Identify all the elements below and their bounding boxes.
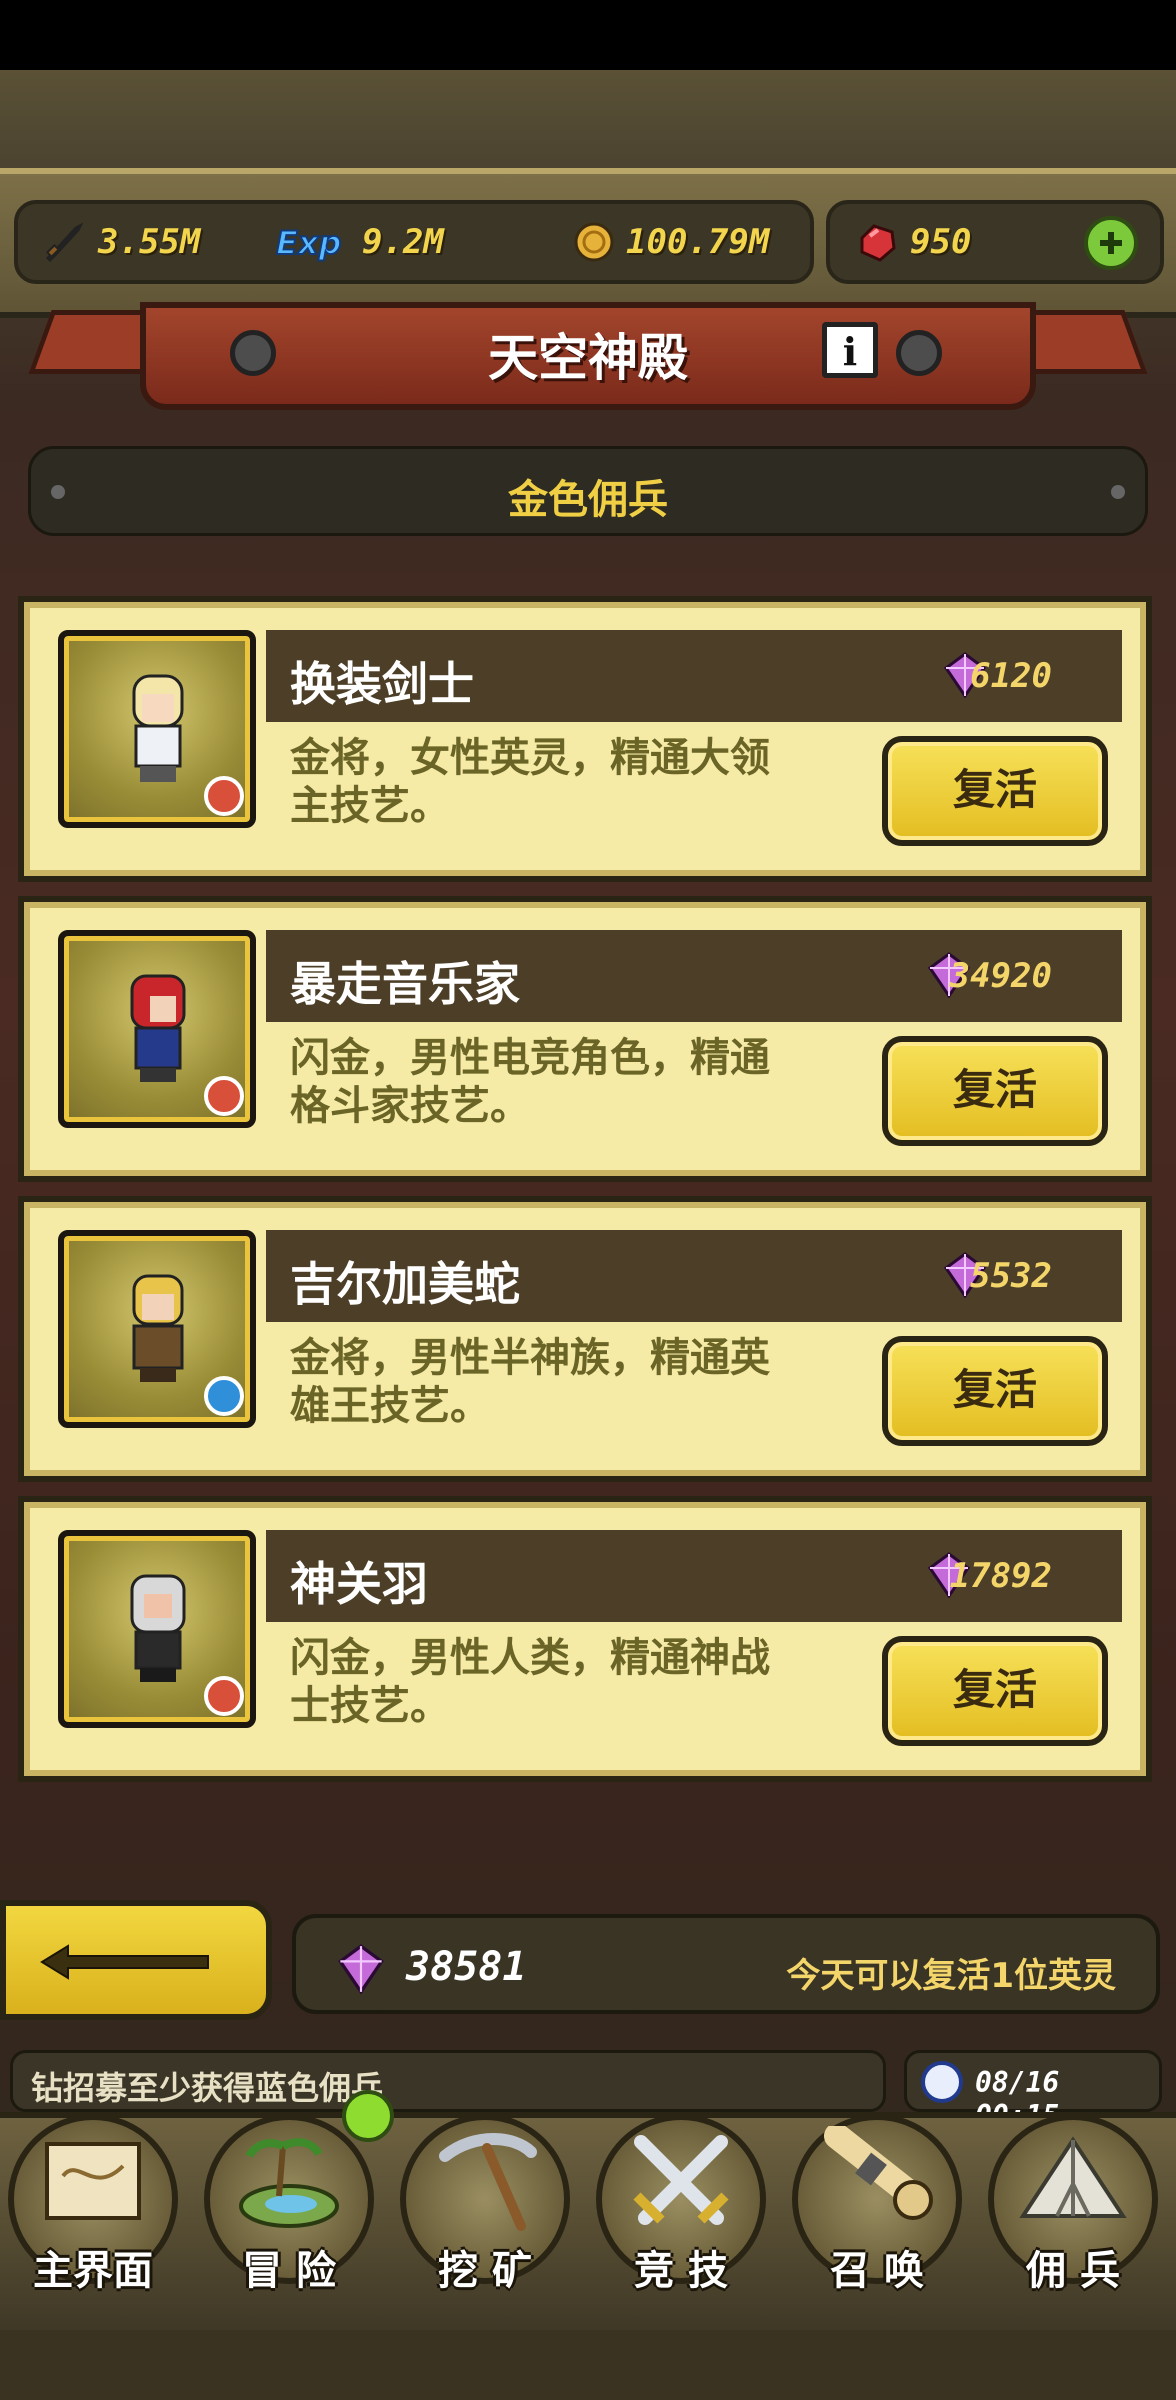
nav-label: 主界面 bbox=[33, 2248, 153, 2294]
hero-name-bar: 吉尔加美蛇 5532 bbox=[266, 1230, 1122, 1322]
exp-value: 9.2M bbox=[362, 222, 444, 262]
ticker-text: 钻招募至少获得蓝色佣兵 bbox=[31, 2069, 384, 2107]
hero-portrait[interactable] bbox=[58, 1530, 256, 1728]
pickaxe-icon bbox=[439, 2133, 537, 2231]
exp-resource: Exp 9.2M bbox=[272, 212, 444, 272]
description-line: 闪金，男性电竞角色，精通 bbox=[290, 1035, 770, 1081]
revive-limit-note: 今天可以复活1位英灵 bbox=[786, 1956, 1116, 1996]
element-badge bbox=[204, 1076, 244, 1116]
diamond-icon bbox=[338, 1944, 384, 1994]
nav-mercenary[interactable]: 佣 兵 bbox=[980, 2104, 1166, 2304]
hero-sprite bbox=[130, 1574, 186, 1682]
attack-value: 3.55M bbox=[98, 222, 201, 262]
description-line: 雄王技艺。 bbox=[290, 1383, 490, 1429]
info-button[interactable] bbox=[822, 322, 878, 378]
gold-resource: 100.79M bbox=[568, 212, 769, 272]
description-line: 士技艺。 bbox=[290, 1683, 450, 1729]
description-line: 主技艺。 bbox=[290, 783, 450, 829]
nav-label: 竞 技 bbox=[634, 2248, 728, 2294]
element-badge bbox=[204, 776, 244, 816]
hero-card: 神关羽 17892 闪金，男性人类，精通神战 士技艺。 复活 bbox=[18, 1496, 1152, 1782]
nav-mining[interactable]: 挖 矿 bbox=[392, 2104, 578, 2304]
hero-name-bar: 神关羽 17892 bbox=[266, 1530, 1122, 1622]
bolt-icon bbox=[896, 330, 942, 376]
description-line: 格斗家技艺。 bbox=[290, 1083, 530, 1129]
nav-main[interactable]: 主界面 bbox=[0, 2104, 186, 2304]
footer-bar bbox=[0, 2330, 1176, 2400]
hero-name: 换装剑士 bbox=[290, 657, 474, 711]
map-scroll-icon bbox=[45, 2142, 141, 2220]
hero-price: 5532 bbox=[970, 1256, 1052, 1296]
announcement-ticker[interactable]: 钻招募至少获得蓝色佣兵 bbox=[10, 2050, 886, 2112]
nav-label: 佣 兵 bbox=[1026, 2248, 1120, 2294]
island-icon bbox=[239, 2138, 339, 2228]
description-line: 闪金，男性人类，精通神战 bbox=[290, 1635, 770, 1681]
hero-card: 换装剑士 6120 金将，女性英灵，精通大领 主技艺。 复活 bbox=[18, 596, 1152, 882]
status-bar bbox=[0, 0, 1176, 70]
hero-card: 暴走音乐家 34920 闪金，男性电竞角色，精通 格斗家技艺。 复活 bbox=[18, 896, 1152, 1182]
arrow-left-icon bbox=[40, 1944, 209, 1980]
nav-label: 冒 险 bbox=[242, 2248, 336, 2294]
tent-icon bbox=[1019, 2136, 1127, 2218]
hero-card: 吉尔加美蛇 5532 金将，男性半神族，精通英 雄王技艺。 复活 bbox=[18, 1196, 1152, 1482]
hero-sprite bbox=[130, 974, 186, 1082]
sword-icon bbox=[45, 222, 84, 263]
notification-dot bbox=[342, 2090, 394, 2142]
revive-button[interactable]: 复活 bbox=[882, 1636, 1108, 1746]
gem-count: 38581 bbox=[406, 1944, 527, 1990]
gem-balance-bar: 38581 今天可以复活1位英灵 bbox=[292, 1914, 1160, 2014]
description-line: 金将，男性半神族，精通英 bbox=[290, 1335, 770, 1381]
hero-price: 6120 bbox=[970, 656, 1052, 696]
description-line: 金将，女性英灵，精通大领 bbox=[290, 735, 770, 781]
hero-description: 金将，男性半神族，精通英 雄王技艺。 bbox=[290, 1334, 850, 1430]
hero-portrait[interactable] bbox=[58, 930, 256, 1128]
hero-description: 金将，女性英灵，精通大领 主技艺。 bbox=[290, 734, 850, 830]
hero-description: 闪金，男性人类，精通神战 士技艺。 bbox=[290, 1634, 850, 1730]
revive-button[interactable]: 复活 bbox=[882, 736, 1108, 846]
hero-description: 闪金，男性电竞角色，精通 格斗家技艺。 bbox=[290, 1034, 850, 1130]
revive-button[interactable]: 复活 bbox=[882, 1036, 1108, 1146]
hero-sprite bbox=[132, 1274, 184, 1382]
ruby-icon bbox=[860, 224, 896, 262]
clock-display: 08/16 00:15 bbox=[904, 2050, 1162, 2132]
bolt-icon bbox=[230, 330, 276, 376]
add-ruby-button[interactable] bbox=[1084, 216, 1138, 270]
nav-summon[interactable]: 召 唤 bbox=[784, 2104, 970, 2304]
gold-coin-icon bbox=[574, 222, 614, 262]
hero-price: 17892 bbox=[949, 1556, 1052, 1596]
ruby-resource: 950 bbox=[852, 212, 971, 272]
hero-name-bar: 换装剑士 6120 bbox=[266, 630, 1122, 722]
element-badge bbox=[204, 1376, 244, 1416]
hero-portrait[interactable] bbox=[58, 1230, 256, 1428]
category-header: 金色佣兵 bbox=[28, 446, 1148, 536]
category-title: 金色佣兵 bbox=[508, 477, 668, 523]
revive-button[interactable]: 复活 bbox=[882, 1336, 1108, 1446]
page-title: 天空神殿 bbox=[488, 329, 688, 387]
nav-label: 召 唤 bbox=[830, 2248, 924, 2294]
hero-name: 暴走音乐家 bbox=[290, 957, 520, 1011]
hero-sprite bbox=[132, 674, 184, 782]
crossed-swords-icon bbox=[633, 2135, 729, 2225]
ruby-value: 950 bbox=[910, 222, 972, 262]
back-button[interactable] bbox=[0, 1900, 272, 2020]
gold-value: 100.79M bbox=[626, 222, 770, 262]
attack-resource: 3.55M bbox=[40, 212, 200, 272]
nav-label: 挖 矿 bbox=[438, 2248, 532, 2294]
hero-name: 吉尔加美蛇 bbox=[290, 1257, 520, 1311]
nav-arena[interactable]: 竞 技 bbox=[588, 2104, 774, 2304]
hero-name: 神关羽 bbox=[290, 1557, 428, 1611]
dot-icon bbox=[1111, 485, 1125, 499]
hero-name-bar: 暴走音乐家 34920 bbox=[266, 930, 1122, 1022]
hero-portrait[interactable] bbox=[58, 630, 256, 828]
exp-icon: Exp bbox=[275, 223, 342, 263]
hero-price: 34920 bbox=[949, 956, 1052, 996]
clock-icon bbox=[921, 2061, 963, 2103]
element-badge bbox=[204, 1676, 244, 1716]
scroll-icon bbox=[824, 2126, 933, 2220]
svg-text:Exp: Exp bbox=[276, 224, 341, 262]
